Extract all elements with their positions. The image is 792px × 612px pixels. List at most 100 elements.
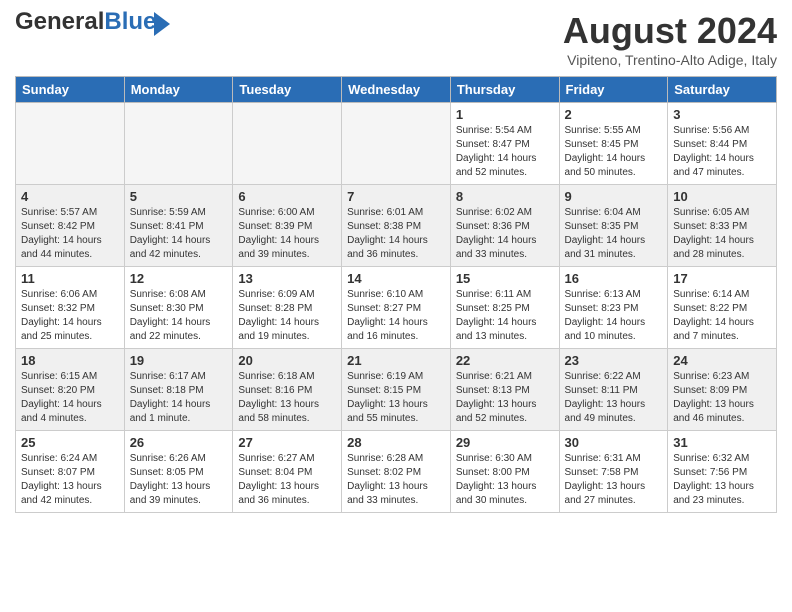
day-number: 21 [347,353,445,368]
day-info: Sunrise: 6:14 AM Sunset: 8:22 PM Dayligh… [673,288,771,344]
table-row: 5 Sunrise: 5:59 AM Sunset: 8:41 PM Daylig… [124,185,233,267]
day-number: 10 [673,189,771,204]
day-info: Sunrise: 6:10 AM Sunset: 8:27 PM Dayligh… [347,288,445,344]
table-row: 28 Sunrise: 6:28 AM Sunset: 8:02 PM Dayli… [342,431,451,513]
day-number: 6 [238,189,336,204]
day-number: 26 [130,435,228,450]
day-number: 28 [347,435,445,450]
header-thursday: Thursday [450,77,559,103]
day-number: 23 [565,353,663,368]
table-row: 9 Sunrise: 6:04 AM Sunset: 8:35 PM Daylig… [559,185,668,267]
day-number: 8 [456,189,554,204]
table-row: 19Sunrise: 6:17 AM Sunset: 8:18 PM Dayli… [124,349,233,431]
day-number: 24 [673,353,771,368]
table-row: 7 Sunrise: 6:01 AM Sunset: 8:38 PM Daylig… [342,185,451,267]
table-row [16,103,125,185]
table-row: 6 Sunrise: 6:00 AM Sunset: 8:39 PM Daylig… [233,185,342,267]
day-info: Sunrise: 6:04 AM Sunset: 8:35 PM Dayligh… [565,206,663,262]
day-number: 7 [347,189,445,204]
day-info: Sunrise: 5:56 AM Sunset: 8:44 PM Dayligh… [673,124,771,180]
day-number: 20 [238,353,336,368]
table-row: 1 Sunrise: 5:54 AM Sunset: 8:47 PM Daylig… [450,103,559,185]
day-number: 1 [456,107,554,122]
location-subtitle: Vipiteno, Trentino-Alto Adige, Italy [563,52,777,68]
day-number: 12 [130,271,228,286]
day-number: 30 [565,435,663,450]
calendar-table: Sunday Monday Tuesday Wednesday Thursday… [15,76,777,513]
day-info: Sunrise: 6:32 AM Sunset: 7:56 PM Dayligh… [673,452,771,508]
day-info: Sunrise: 6:02 AM Sunset: 8:36 PM Dayligh… [456,206,554,262]
table-row [342,103,451,185]
calendar-week-row: 25Sunrise: 6:24 AM Sunset: 8:07 PM Dayli… [16,431,777,513]
table-row: 16Sunrise: 6:13 AM Sunset: 8:23 PM Dayli… [559,267,668,349]
logo: GeneralBlue [15,10,156,34]
day-info: Sunrise: 6:11 AM Sunset: 8:25 PM Dayligh… [456,288,554,344]
day-info: Sunrise: 6:27 AM Sunset: 8:04 PM Dayligh… [238,452,336,508]
day-info: Sunrise: 6:05 AM Sunset: 8:33 PM Dayligh… [673,206,771,262]
header-sunday: Sunday [16,77,125,103]
day-info: Sunrise: 6:17 AM Sunset: 8:18 PM Dayligh… [130,370,228,426]
table-row: 13Sunrise: 6:09 AM Sunset: 8:28 PM Dayli… [233,267,342,349]
table-row: 4 Sunrise: 5:57 AM Sunset: 8:42 PM Daylig… [16,185,125,267]
page-header: GeneralBlue August 2024 Vipiteno, Trenti… [15,10,777,68]
day-info: Sunrise: 6:18 AM Sunset: 8:16 PM Dayligh… [238,370,336,426]
day-info: Sunrise: 5:55 AM Sunset: 8:45 PM Dayligh… [565,124,663,180]
calendar-header-row: Sunday Monday Tuesday Wednesday Thursday… [16,77,777,103]
day-number: 9 [565,189,663,204]
day-info: Sunrise: 6:22 AM Sunset: 8:11 PM Dayligh… [565,370,663,426]
day-info: Sunrise: 6:01 AM Sunset: 8:38 PM Dayligh… [347,206,445,262]
day-info: Sunrise: 6:31 AM Sunset: 7:58 PM Dayligh… [565,452,663,508]
table-row: 15 Sunrise: 6:11 AM Sunset: 8:25 PM Dayli… [450,267,559,349]
table-row: 10 Sunrise: 6:05 AM Sunset: 8:33 PM Dayli… [668,185,777,267]
day-number: 18 [21,353,119,368]
table-row: 3 Sunrise: 5:56 AM Sunset: 8:44 PM Daylig… [668,103,777,185]
day-number: 31 [673,435,771,450]
table-row: 29 Sunrise: 6:30 AM Sunset: 8:00 PM Dayli… [450,431,559,513]
table-row: 24 Sunrise: 6:23 AM Sunset: 8:09 PM Dayli… [668,349,777,431]
table-row: 2Sunrise: 5:55 AM Sunset: 8:45 PM Daylig… [559,103,668,185]
header-saturday: Saturday [668,77,777,103]
day-info: Sunrise: 6:28 AM Sunset: 8:02 PM Dayligh… [347,452,445,508]
table-row: 17 Sunrise: 6:14 AM Sunset: 8:22 PM Dayli… [668,267,777,349]
table-row: 27Sunrise: 6:27 AM Sunset: 8:04 PM Dayli… [233,431,342,513]
header-friday: Friday [559,77,668,103]
table-row: 26 Sunrise: 6:26 AM Sunset: 8:05 PM Dayli… [124,431,233,513]
day-number: 11 [21,271,119,286]
day-info: Sunrise: 6:00 AM Sunset: 8:39 PM Dayligh… [238,206,336,262]
calendar-week-row: 11 Sunrise: 6:06 AM Sunset: 8:32 PM Dayli… [16,267,777,349]
table-row [233,103,342,185]
table-row: 31 Sunrise: 6:32 AM Sunset: 7:56 PM Dayli… [668,431,777,513]
calendar-week-row: 4 Sunrise: 5:57 AM Sunset: 8:42 PM Daylig… [16,185,777,267]
day-number: 3 [673,107,771,122]
table-row: 8 Sunrise: 6:02 AM Sunset: 8:36 PM Daylig… [450,185,559,267]
header-monday: Monday [124,77,233,103]
table-row: 30 Sunrise: 6:31 AM Sunset: 7:58 PM Dayli… [559,431,668,513]
day-info: Sunrise: 5:59 AM Sunset: 8:41 PM Dayligh… [130,206,228,262]
day-info: Sunrise: 6:24 AM Sunset: 8:07 PM Dayligh… [21,452,119,508]
table-row: 12Sunrise: 6:08 AM Sunset: 8:30 PM Dayli… [124,267,233,349]
day-info: Sunrise: 5:57 AM Sunset: 8:42 PM Dayligh… [21,206,119,262]
day-info: Sunrise: 6:23 AM Sunset: 8:09 PM Dayligh… [673,370,771,426]
month-year-title: August 2024 [563,10,777,52]
day-info: Sunrise: 5:54 AM Sunset: 8:47 PM Dayligh… [456,124,554,180]
day-info: Sunrise: 6:26 AM Sunset: 8:05 PM Dayligh… [130,452,228,508]
calendar-week-row: 18 Sunrise: 6:15 AM Sunset: 8:20 PM Dayli… [16,349,777,431]
day-number: 17 [673,271,771,286]
day-number: 5 [130,189,228,204]
day-info: Sunrise: 6:30 AM Sunset: 8:00 PM Dayligh… [456,452,554,508]
day-number: 15 [456,271,554,286]
day-info: Sunrise: 6:06 AM Sunset: 8:32 PM Dayligh… [21,288,119,344]
calendar-week-row: 1 Sunrise: 5:54 AM Sunset: 8:47 PM Daylig… [16,103,777,185]
header-wednesday: Wednesday [342,77,451,103]
table-row: 14Sunrise: 6:10 AM Sunset: 8:27 PM Dayli… [342,267,451,349]
day-number: 22 [456,353,554,368]
day-info: Sunrise: 6:15 AM Sunset: 8:20 PM Dayligh… [21,370,119,426]
table-row [124,103,233,185]
table-row: 20 Sunrise: 6:18 AM Sunset: 8:16 PM Dayli… [233,349,342,431]
day-number: 29 [456,435,554,450]
day-number: 16 [565,271,663,286]
day-number: 4 [21,189,119,204]
table-row: 18 Sunrise: 6:15 AM Sunset: 8:20 PM Dayli… [16,349,125,431]
day-info: Sunrise: 6:09 AM Sunset: 8:28 PM Dayligh… [238,288,336,344]
table-row: 22Sunrise: 6:21 AM Sunset: 8:13 PM Dayli… [450,349,559,431]
